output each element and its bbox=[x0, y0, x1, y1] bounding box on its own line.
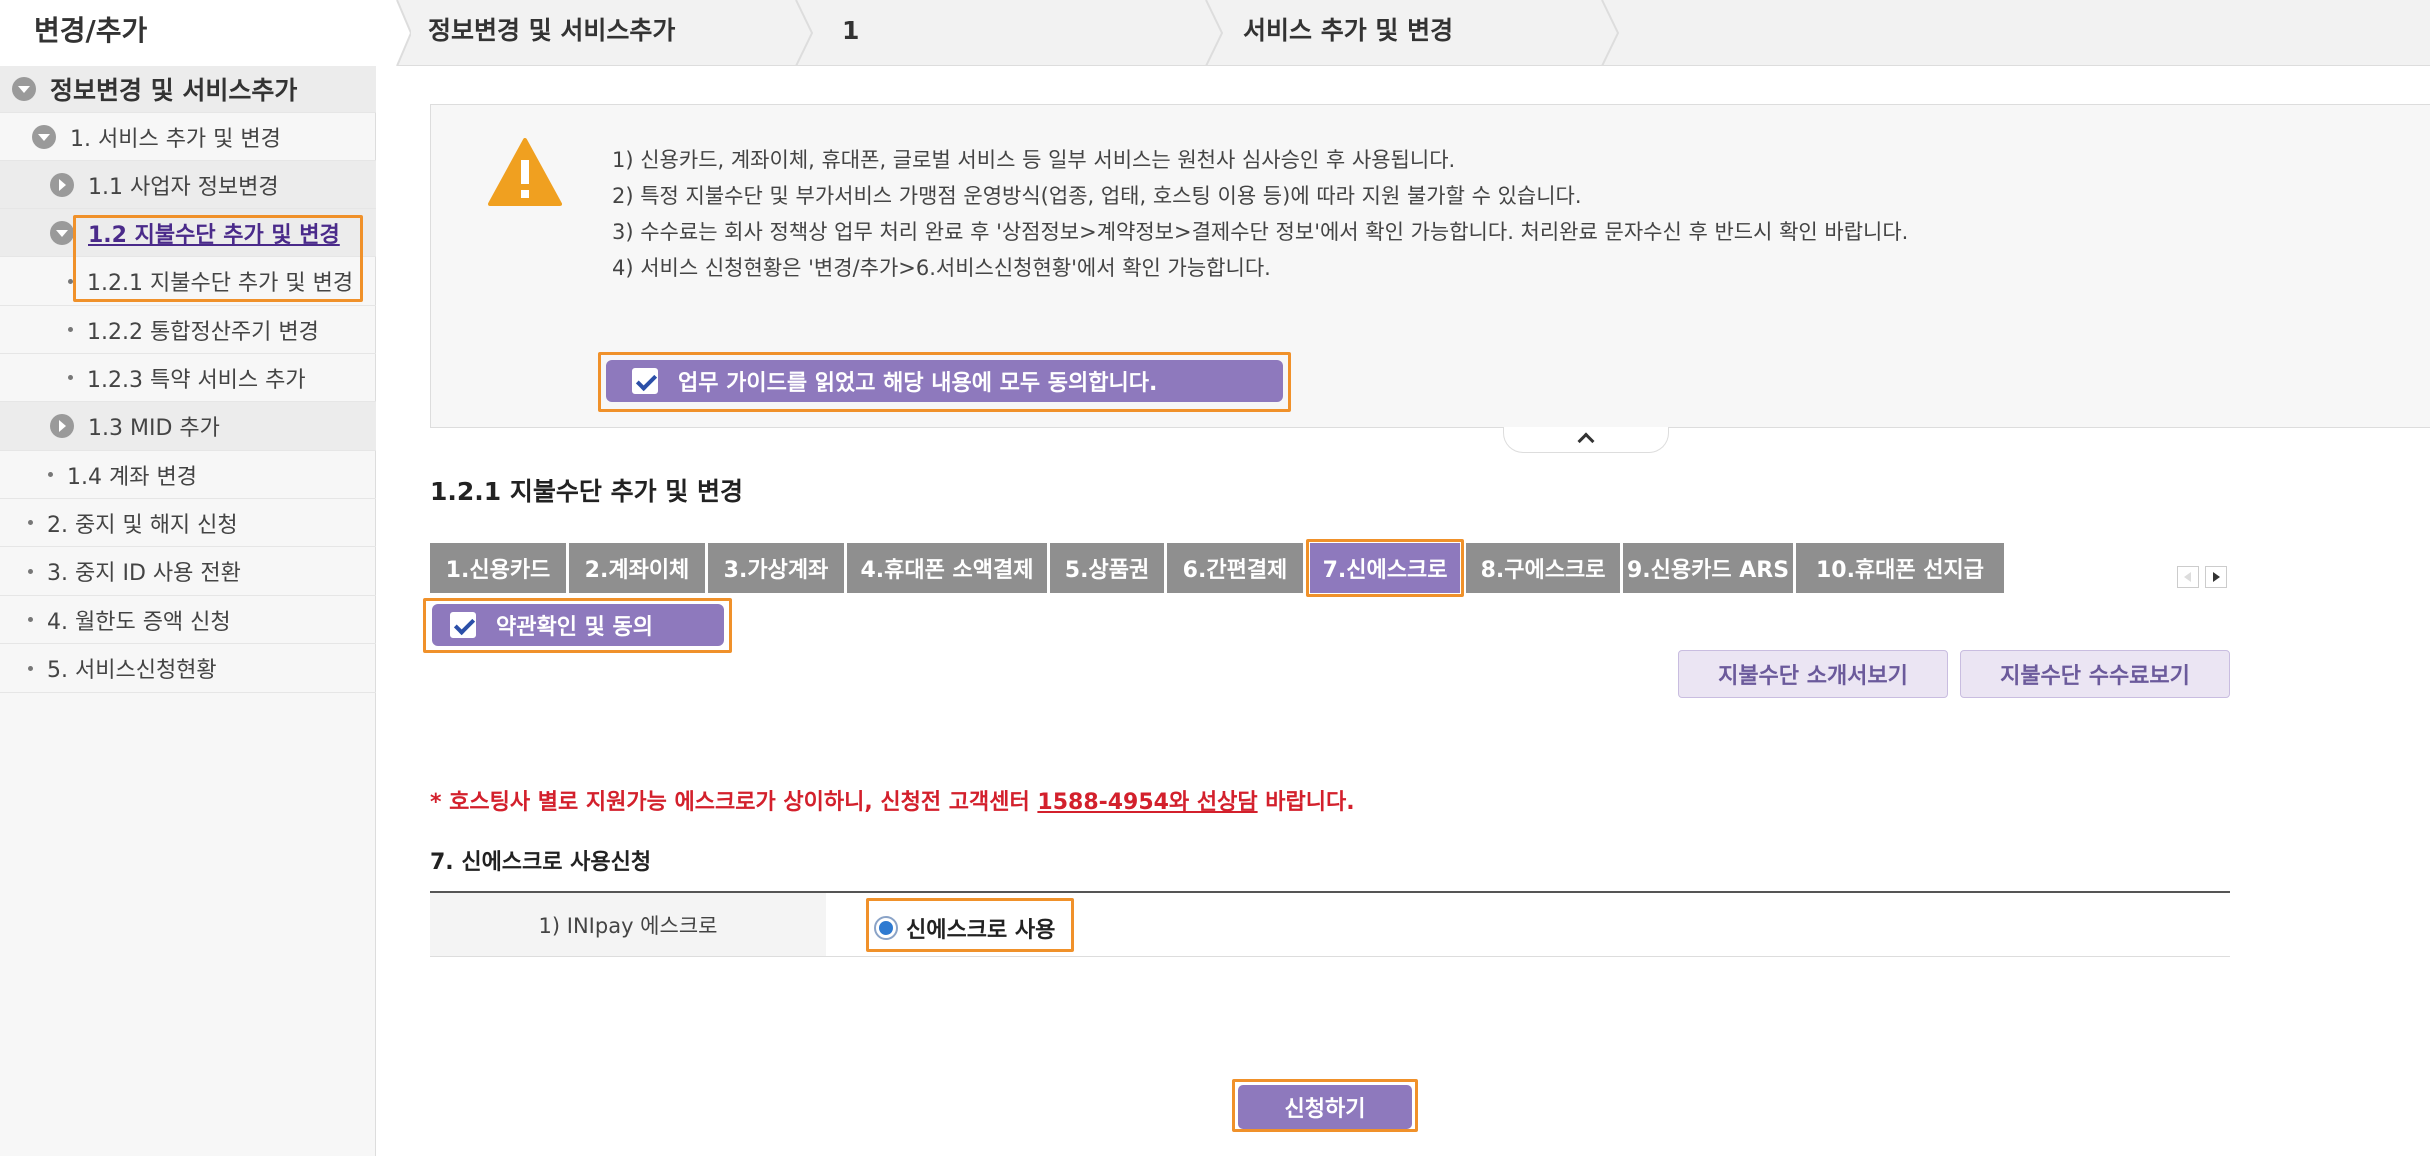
arrow-right-icon bbox=[2213, 572, 2220, 582]
sidebar-item-id-convert[interactable]: 3. 중지 ID 사용 전환 bbox=[0, 547, 376, 596]
sidebar-item-label: 2. 중지 및 해지 신청 bbox=[47, 512, 238, 538]
breadcrumb-root[interactable]: 변경/추가 bbox=[0, 0, 385, 66]
chevron-up-icon bbox=[1577, 432, 1595, 450]
breadcrumb-level3[interactable]: 서비스 추가 및 변경 bbox=[1243, 0, 1453, 66]
breadcrumb-level2[interactable]: 1 bbox=[842, 0, 859, 66]
sidebar-highlight bbox=[73, 215, 363, 302]
sidebar-item-special-service[interactable]: 1.2.3 특약 서비스 추가 bbox=[0, 354, 376, 402]
arrow-left-icon bbox=[2184, 572, 2191, 582]
tab-prev-button[interactable] bbox=[2177, 566, 2199, 588]
guide-line: 4) 서비스 신청현황은 '변경/추가>6.서비스신청현황'에서 확인 가능합니… bbox=[612, 256, 1271, 280]
tab-virtual-account[interactable]: 3.가상계좌 bbox=[708, 543, 844, 593]
table-row-label: 1) INIpay 에스크로 bbox=[430, 893, 826, 956]
sidebar-item-label: 1.4 계좌 변경 bbox=[67, 464, 197, 490]
breadcrumb-separator bbox=[1205, 0, 1224, 66]
bullet-icon bbox=[68, 327, 73, 332]
payment-fee-button[interactable]: 지불수단 수수료보기 bbox=[1960, 650, 2230, 698]
terms-highlight bbox=[423, 598, 732, 653]
section-title: 1.2.1 지불수단 추가 및 변경 bbox=[430, 477, 743, 506]
tab-bank-transfer[interactable]: 2.계좌이체 bbox=[569, 543, 705, 593]
breadcrumb-separator bbox=[385, 0, 411, 66]
sidebar-item-label: 1. 서비스 추가 및 변경 bbox=[70, 126, 281, 152]
notice-phone-link[interactable]: 1588-4954와 선상담 bbox=[1037, 790, 1257, 815]
tab-easy-pay[interactable]: 6.간편결제 bbox=[1167, 543, 1303, 593]
collapse-arrow-icon bbox=[50, 220, 74, 245]
sidebar-item-mid-add[interactable]: 1.3 MID 추가 bbox=[0, 402, 376, 451]
bullet-icon bbox=[48, 472, 53, 477]
agree-highlight bbox=[598, 352, 1291, 412]
breadcrumb-separator bbox=[1601, 0, 1620, 66]
expand-arrow-icon bbox=[50, 172, 74, 197]
tab-mobile-payment[interactable]: 4.휴대폰 소액결제 bbox=[847, 543, 1047, 593]
sidebar-item-limit-increase[interactable]: 4. 월한도 증액 신청 bbox=[0, 596, 376, 644]
bullet-icon bbox=[28, 520, 33, 525]
table-row: 1) INIpay 에스크로 bbox=[430, 893, 2230, 957]
collapse-arrow-icon bbox=[12, 77, 36, 101]
sidebar-item-account-change[interactable]: 1.4 계좌 변경 bbox=[0, 451, 376, 499]
breadcrumb: 변경/추가 정보변경 및 서비스추가 1 서비스 추가 및 변경 bbox=[0, 0, 2430, 66]
guide-line: 1) 신용카드, 계좌이체, 휴대폰, 글로벌 서비스 등 일부 서비스는 원천… bbox=[612, 148, 1456, 172]
warning-icon bbox=[488, 138, 562, 206]
breadcrumb-separator bbox=[795, 0, 814, 66]
tab-mobile-prepay[interactable]: 10.휴대폰 선지급 bbox=[1796, 543, 2004, 593]
tab-credit-card[interactable]: 1.신용카드 bbox=[430, 543, 566, 593]
sidebar-item-service-status[interactable]: 5. 서비스신청현황 bbox=[0, 644, 376, 693]
form-title: 7. 신에스크로 사용신청 bbox=[430, 850, 652, 875]
bullet-icon bbox=[28, 617, 33, 622]
sidebar-item-label: 1.2.2 통합정산주기 변경 bbox=[87, 319, 319, 345]
tab-old-escrow[interactable]: 8.구에스크로 bbox=[1466, 543, 1620, 593]
payment-intro-button[interactable]: 지불수단 소개서보기 bbox=[1678, 650, 1948, 698]
escrow-notice: * 호스팅사 별로 지원가능 에스크로가 상이하니, 신청전 고객센터 1588… bbox=[430, 784, 1355, 816]
sidebar-item-service-change[interactable]: 1. 서비스 추가 및 변경 bbox=[0, 113, 376, 161]
tab-highlight bbox=[1306, 539, 1464, 597]
guide-collapse-toggle[interactable] bbox=[1503, 427, 1669, 453]
sidebar-header[interactable]: 정보변경 및 서비스추가 bbox=[0, 66, 376, 113]
tab-card-ars[interactable]: 9.신용카드 ARS bbox=[1623, 543, 1793, 593]
collapse-arrow-icon bbox=[32, 124, 56, 149]
bullet-icon bbox=[28, 665, 33, 671]
sidebar-item-label: 1.1 사업자 정보변경 bbox=[88, 174, 279, 200]
sidebar-item-label: 4. 월한도 증액 신청 bbox=[47, 609, 231, 635]
guide-line: 2) 특정 지불수단 및 부가서비스 가맹점 운영방식(업종, 업태, 호스팅 … bbox=[612, 184, 1582, 208]
notice-text: 바랍니다. bbox=[1257, 790, 1355, 815]
sidebar-item-suspend[interactable]: 2. 중지 및 해지 신청 bbox=[0, 499, 376, 547]
notice-text: * 호스팅사 별로 지원가능 에스크로가 상이하니, 신청전 고객센터 bbox=[430, 790, 1038, 815]
apply-highlight bbox=[1232, 1079, 1418, 1132]
bullet-icon bbox=[68, 375, 73, 380]
sidebar-item-label: 1.2.3 특약 서비스 추가 bbox=[87, 367, 306, 393]
tab-gift-card[interactable]: 5.상품권 bbox=[1050, 543, 1164, 593]
tab-next-button[interactable] bbox=[2205, 566, 2227, 588]
sidebar-item-settlement-cycle[interactable]: 1.2.2 통합정산주기 변경 bbox=[0, 306, 376, 354]
breadcrumb-level1[interactable]: 정보변경 및 서비스추가 bbox=[428, 0, 675, 66]
expand-arrow-icon bbox=[50, 414, 74, 438]
guide-line: 3) 수수료는 회사 정책상 업무 처리 완료 후 '상점정보>계약정보>결제수… bbox=[612, 220, 1909, 244]
bullet-icon bbox=[28, 568, 33, 574]
radio-highlight bbox=[866, 898, 1074, 952]
sidebar-item-label: 5. 서비스신청현황 bbox=[47, 658, 217, 683]
sidebar-item-label: 1.3 MID 추가 bbox=[88, 416, 220, 441]
sidebar-item-label: 3. 중지 ID 사용 전환 bbox=[47, 561, 241, 586]
sidebar-header-label: 정보변경 및 서비스추가 bbox=[50, 76, 298, 105]
sidebar-item-business-info[interactable]: 1.1 사업자 정보변경 bbox=[0, 161, 376, 209]
